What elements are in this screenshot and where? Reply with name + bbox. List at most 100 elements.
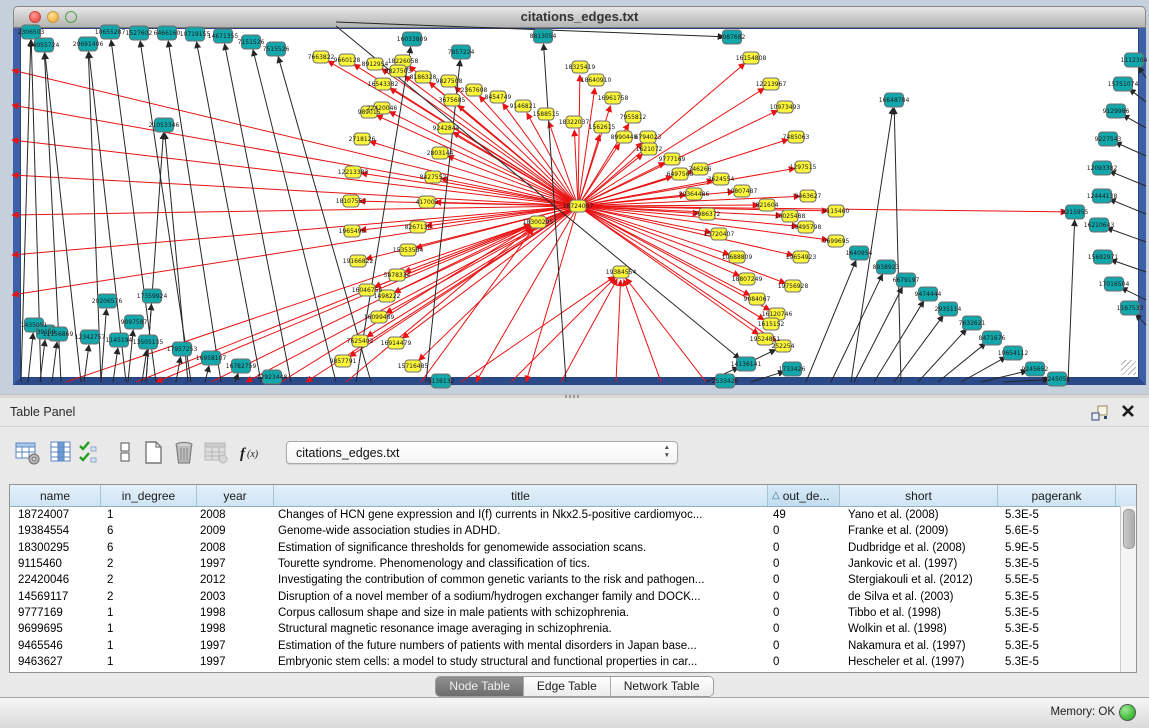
cell-in_degree: 1 bbox=[101, 607, 197, 619]
new-document-icon[interactable] bbox=[140, 439, 168, 467]
import-table-icon[interactable] bbox=[202, 439, 230, 467]
graph-node-label: 2367608 bbox=[461, 87, 488, 94]
column-header-out_de[interactable]: △out_de... bbox=[768, 485, 840, 506]
graph-node-label: 2533426 bbox=[712, 378, 739, 385]
graph-node-label: 19166822 bbox=[343, 258, 374, 265]
graph-node-label: 6466160 bbox=[154, 30, 181, 37]
table-row[interactable]: 946554611997Estimation of the future num… bbox=[10, 637, 1136, 653]
graph-node-label: 1145194 bbox=[106, 337, 133, 344]
graph-node-label: 7515526 bbox=[263, 46, 290, 53]
memory-status-icon[interactable] bbox=[1119, 704, 1136, 721]
network-graph[interactable]: 1872400718300295193845547663822966012889… bbox=[20, 28, 1139, 378]
column-header-year[interactable]: year bbox=[197, 485, 274, 506]
cell-year: 1997 bbox=[197, 656, 274, 668]
graph-node-label: 19495798 bbox=[791, 224, 822, 231]
graph-node-label: 18107553 bbox=[336, 198, 367, 205]
table-row[interactable]: 1938455462009Genome-wide association stu… bbox=[10, 523, 1136, 539]
graph-node-label: 9136132 bbox=[428, 378, 455, 385]
table-select-dropdown[interactable]: citations_edges.txt ▲▼ bbox=[286, 441, 678, 464]
status-bar: Memory: OK bbox=[0, 697, 1149, 728]
table-row[interactable]: 1456911722003Disruption of a novel membe… bbox=[10, 588, 1136, 604]
column-header-title[interactable]: title bbox=[274, 485, 768, 506]
cell-title: Corpus callosum shape and size in male p… bbox=[274, 607, 768, 619]
cell-title: Changes of HCN gene expression and I(f) … bbox=[274, 509, 768, 521]
cell-year: 2003 bbox=[197, 591, 274, 603]
cell-year: 2009 bbox=[197, 525, 274, 537]
graph-node-label: 12213383 bbox=[338, 169, 369, 176]
table-toolbar: f(x) citations_edges.txt ▲▼ bbox=[0, 427, 1149, 479]
cell-name: 18300295 bbox=[10, 542, 101, 554]
graph-node-label: 8990448 bbox=[611, 134, 638, 141]
rows-icon[interactable] bbox=[112, 439, 140, 467]
cell-out_de: 0 bbox=[768, 640, 840, 652]
table-row[interactable]: 946362711997Embryonic stem cells: a mode… bbox=[10, 654, 1136, 670]
graph-node-label: 12213967 bbox=[756, 81, 787, 88]
cell-short: Dudbridge et al. (2008) bbox=[840, 542, 998, 554]
graph-node-label: 24055724 bbox=[29, 42, 60, 49]
column-header-pagerank[interactable]: pagerank bbox=[998, 485, 1116, 506]
select-columns-icon[interactable] bbox=[76, 439, 104, 467]
graph-node-label: 9699695 bbox=[823, 238, 850, 245]
graph-node-label: 7625402 bbox=[347, 338, 374, 345]
graph-node-label: 1297515 bbox=[790, 164, 817, 171]
cell-in_degree: 2 bbox=[101, 558, 197, 570]
graph-node-label: 8427552 bbox=[420, 174, 447, 181]
graph-node-label: 20364486 bbox=[679, 191, 710, 198]
graph-node-label: 1562615 bbox=[589, 124, 616, 131]
graph-node-label: 18322037 bbox=[559, 119, 590, 126]
graph-node-label: 7986372 bbox=[694, 211, 721, 218]
network-canvas[interactable]: 1872400718300295193845547663822966012889… bbox=[13, 28, 1146, 385]
graph-node-label: 9660128 bbox=[334, 57, 361, 64]
tab-network-table[interactable]: Network Table bbox=[611, 677, 713, 696]
table-row[interactable]: 1872400712008Changes of HCN gene express… bbox=[10, 507, 1136, 523]
graph-node-label: 9115460 bbox=[823, 208, 850, 215]
cell-in_degree: 6 bbox=[101, 542, 197, 554]
tab-node-table[interactable]: Node Table bbox=[436, 677, 524, 696]
network-window-titlebar[interactable]: citations_edges.txt bbox=[13, 6, 1146, 28]
svg-text:f: f bbox=[240, 446, 247, 462]
graph-node-label: 12923448 bbox=[257, 374, 288, 381]
scrollbar-thumb[interactable] bbox=[1123, 509, 1135, 549]
cell-year: 1997 bbox=[197, 640, 274, 652]
cell-name: 14569117 bbox=[10, 591, 101, 603]
table-row[interactable]: 977716911998Corpus callosum shape and si… bbox=[10, 605, 1136, 621]
cell-short: Yano et al. (2008) bbox=[840, 509, 998, 521]
cell-title: Estimation of the future numbers of pati… bbox=[274, 640, 768, 652]
table-row[interactable]: 1830029562008Estimation of significance … bbox=[10, 540, 1136, 556]
table-row[interactable]: 911546021997Tourette syndrome. Phenomeno… bbox=[10, 556, 1136, 572]
cell-name: 9699695 bbox=[10, 623, 101, 635]
graph-node-label: 7663822 bbox=[308, 54, 335, 61]
cell-out_de: 0 bbox=[768, 591, 840, 603]
close-panel-icon[interactable] bbox=[1121, 404, 1135, 423]
float-panel-icon[interactable] bbox=[1090, 404, 1109, 427]
tab-edge-table[interactable]: Edge Table bbox=[524, 677, 611, 696]
window-title: citations_edges.txt bbox=[14, 9, 1145, 24]
column-header-short[interactable]: short bbox=[840, 485, 998, 506]
cell-out_de: 0 bbox=[768, 574, 840, 586]
cell-pagerank: 5.3E-5 bbox=[998, 591, 1116, 603]
cell-name: 9115460 bbox=[10, 558, 101, 570]
graph-node-label: 1498222 bbox=[374, 293, 401, 300]
graph-node-label: 16033809 bbox=[397, 36, 428, 43]
table-row[interactable]: 2242004622012Investigating the contribut… bbox=[10, 572, 1136, 588]
graph-node-label: 10719155 bbox=[180, 31, 211, 38]
graph-node-label: 9227543 bbox=[1095, 136, 1122, 143]
table-row[interactable]: 969969511998Structural magnetic resonanc… bbox=[10, 621, 1136, 637]
function-builder-icon[interactable]: f(x) bbox=[238, 439, 266, 467]
cell-in_degree: 6 bbox=[101, 525, 197, 537]
show-columns-icon[interactable] bbox=[48, 439, 76, 467]
table-settings-icon[interactable] bbox=[14, 439, 42, 467]
column-header-in_degree[interactable]: in_degree bbox=[101, 485, 197, 506]
column-header-name[interactable]: name bbox=[10, 485, 101, 506]
vertical-scrollbar[interactable] bbox=[1120, 506, 1136, 672]
cell-name: 9463627 bbox=[10, 656, 101, 668]
delete-table-icon[interactable] bbox=[170, 439, 198, 467]
graph-node-label: 9245051 bbox=[1044, 376, 1071, 383]
cell-name: 19384554 bbox=[10, 525, 101, 537]
graph-node-label: 1640954 bbox=[846, 250, 873, 257]
cell-pagerank: 5.3E-5 bbox=[998, 558, 1116, 570]
window-resize-grip[interactable] bbox=[1121, 360, 1136, 375]
graph-node-label: 12093382 bbox=[1087, 165, 1118, 172]
graph-node-label: 9242844 bbox=[433, 125, 460, 132]
graph-node-label: 8813054 bbox=[530, 33, 557, 40]
